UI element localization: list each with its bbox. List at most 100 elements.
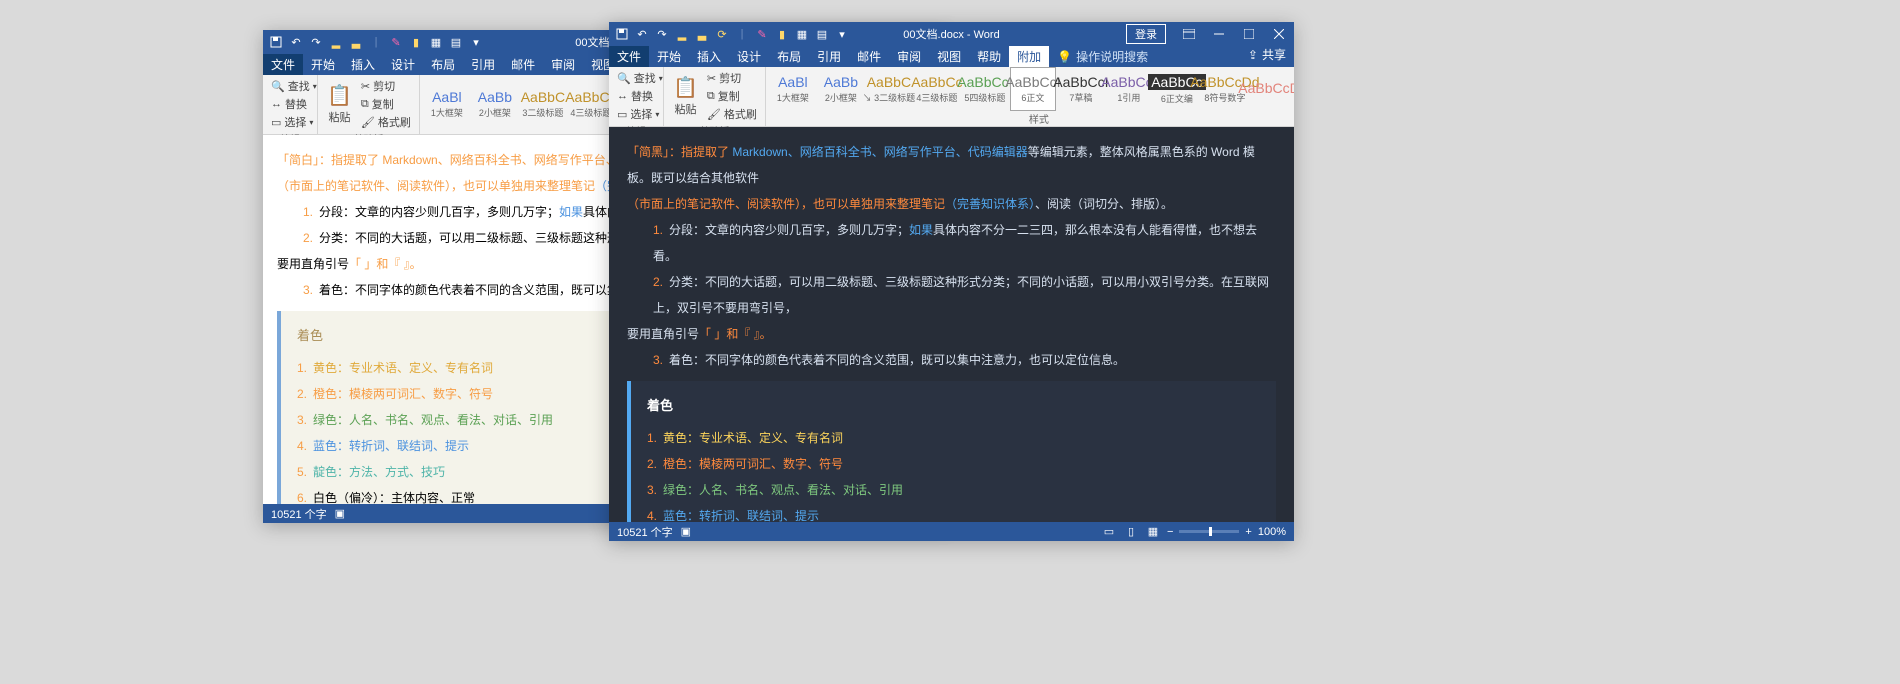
- undo-icon[interactable]: ↶: [289, 35, 303, 49]
- word-count[interactable]: 10521 个字: [617, 524, 673, 540]
- tab-help[interactable]: 帮助: [969, 46, 1009, 67]
- redo-icon[interactable]: ↷: [309, 35, 323, 49]
- paste-icon: 📋: [673, 75, 698, 100]
- macro-icon[interactable]: ▦: [429, 35, 443, 49]
- select-button[interactable]: ▭选择▾: [269, 113, 311, 131]
- style-item[interactable]: AaBb2小框架: [818, 67, 864, 111]
- tab-home[interactable]: 开始: [649, 46, 689, 67]
- style-item[interactable]: AaBbC3二级标题: [520, 83, 566, 127]
- minimize-button[interactable]: [1204, 22, 1234, 46]
- pen-icon[interactable]: ✎: [389, 35, 403, 49]
- print-icon[interactable]: ▤: [815, 27, 829, 41]
- maximize-button[interactable]: [1234, 22, 1264, 46]
- highlight-icon[interactable]: ▮: [409, 35, 423, 49]
- close-button[interactable]: [1264, 22, 1294, 46]
- replace-button[interactable]: ↔替换: [269, 95, 311, 113]
- replace-icon: ↔: [617, 90, 628, 102]
- word-window-dark: ↶ ↷ ▂ ▃ ⟳ | ✎ ▮ ▦ ▤ ▾ 00文档.docx - Word 登…: [609, 22, 1294, 541]
- share-button[interactable]: ⇪共享: [1248, 46, 1286, 63]
- tab-review[interactable]: 审阅: [889, 46, 929, 67]
- style-item[interactable]: AaBl1大框架: [424, 83, 470, 127]
- chevron-down-icon: ▾: [659, 74, 663, 83]
- ribbon-options-icon[interactable]: [1174, 22, 1204, 46]
- paste-button[interactable]: 📋 粘贴: [324, 81, 355, 127]
- format-painter-button[interactable]: 🖌格式刷: [705, 105, 759, 123]
- tab-references[interactable]: 引用: [463, 54, 503, 75]
- tab-layout[interactable]: 布局: [769, 46, 809, 67]
- zoom-slider[interactable]: [1179, 530, 1239, 533]
- save-icon[interactable]: [615, 27, 629, 41]
- folder-icon[interactable]: ▂: [675, 27, 689, 41]
- tab-design[interactable]: 设计: [383, 54, 423, 75]
- style-item[interactable]: AaBbCcI5四级标题: [962, 67, 1008, 111]
- style-item[interactable]: AaBl1大框架: [770, 67, 816, 111]
- login-button[interactable]: 登录: [1126, 24, 1166, 44]
- proofing-icon[interactable]: ▣: [681, 525, 691, 538]
- redo-icon[interactable]: ↷: [655, 27, 669, 41]
- tab-insert[interactable]: 插入: [343, 54, 383, 75]
- find-button[interactable]: 🔍查找▾: [615, 69, 657, 87]
- zoom-in-button[interactable]: +: [1245, 526, 1251, 538]
- ribbon: 🔍查找▾ ↔替换 ▭选择▾ 编辑 📋 粘贴 ✂剪切 ⧉复制 🖌格式刷 剪贴板: [609, 67, 1294, 127]
- brush-icon: 🖌: [361, 116, 375, 129]
- tab-review[interactable]: 审阅: [543, 54, 583, 75]
- style-item[interactable]: AaBbCcDd: [1250, 67, 1294, 111]
- tab-design[interactable]: 设计: [729, 46, 769, 67]
- style-item[interactable]: AaBbCc4三级标题: [568, 83, 614, 127]
- format-painter-button[interactable]: 🖌格式刷: [359, 113, 413, 131]
- style-item[interactable]: AaBbCcI6正文: [1010, 67, 1056, 111]
- paste-button[interactable]: 📋 粘贴: [670, 73, 701, 119]
- tell-me-search[interactable]: 💡操作说明搜索: [1049, 46, 1156, 67]
- pen-icon[interactable]: ✎: [755, 27, 769, 41]
- status-bar: 10521 个字 ▣ ▭ ▯ ▦ − + 100%: [609, 522, 1294, 541]
- replace-button[interactable]: ↔替换: [615, 87, 657, 105]
- tab-mailings[interactable]: 邮件: [849, 46, 889, 67]
- folder-open-icon[interactable]: ▃: [349, 35, 363, 49]
- tab-mailings[interactable]: 邮件: [503, 54, 543, 75]
- tab-file[interactable]: 文件: [263, 54, 303, 75]
- style-item[interactable]: AaBb2小框架: [472, 83, 518, 127]
- cut-button[interactable]: ✂剪切: [705, 69, 759, 87]
- view-read-icon[interactable]: ▭: [1101, 525, 1117, 539]
- tab-insert[interactable]: 插入: [689, 46, 729, 67]
- select-button[interactable]: ▭选择▾: [615, 105, 657, 123]
- copy-icon: ⧉: [361, 98, 369, 111]
- copy-button[interactable]: ⧉复制: [705, 87, 759, 105]
- style-item[interactable]: AaBbC↘ 3二级标题: [866, 67, 912, 111]
- tab-home[interactable]: 开始: [303, 54, 343, 75]
- copy-button[interactable]: ⧉复制: [359, 95, 413, 113]
- style-item[interactable]: AaBbCc4三级标题: [914, 67, 960, 111]
- highlight-icon[interactable]: ▮: [775, 27, 789, 41]
- divider: |: [369, 35, 383, 49]
- zoom-out-button[interactable]: −: [1167, 526, 1173, 538]
- group-clipboard: 📋 粘贴 ✂剪切 ⧉复制 🖌格式刷 剪贴板: [664, 67, 766, 126]
- style-item[interactable]: AaBbCcI1引用: [1106, 67, 1152, 111]
- tab-references[interactable]: 引用: [809, 46, 849, 67]
- zoom-level[interactable]: 100%: [1258, 526, 1286, 538]
- macro-icon[interactable]: ▦: [795, 27, 809, 41]
- qat-dropdown-icon[interactable]: ▾: [469, 35, 483, 49]
- tab-file[interactable]: 文件: [609, 46, 649, 67]
- paste-icon: 📋: [327, 83, 352, 108]
- print-icon[interactable]: ▤: [449, 35, 463, 49]
- divider: |: [735, 27, 749, 41]
- folder-open-icon[interactable]: ▃: [695, 27, 709, 41]
- word-count[interactable]: 10521 个字: [271, 506, 327, 522]
- cut-button[interactable]: ✂剪切: [359, 77, 413, 95]
- tab-addon[interactable]: 附加: [1009, 46, 1049, 67]
- refresh-icon[interactable]: ⟳: [715, 27, 729, 41]
- tab-layout[interactable]: 布局: [423, 54, 463, 75]
- tab-view[interactable]: 视图: [929, 46, 969, 67]
- style-item[interactable]: AaBbCcI7草稿: [1058, 67, 1104, 111]
- view-web-icon[interactable]: ▦: [1145, 525, 1161, 539]
- qat-dropdown-icon[interactable]: ▾: [835, 27, 849, 41]
- find-button[interactable]: 🔍查找▾: [269, 77, 311, 95]
- document-area[interactable]: 「简黑」：指提取了 Markdown、网络百科全书、网络写作平台、代码编辑器等编…: [609, 127, 1294, 522]
- save-icon[interactable]: [269, 35, 283, 49]
- folder-icon[interactable]: ▂: [329, 35, 343, 49]
- callout-box: 着色 1.黄色：专业术语、定义、专有名词 2.橙色：模棱两可词汇、数字、符号 3…: [627, 381, 1276, 522]
- view-print-icon[interactable]: ▯: [1123, 525, 1139, 539]
- undo-icon[interactable]: ↶: [635, 27, 649, 41]
- proofing-icon[interactable]: ▣: [335, 507, 345, 520]
- group-editing: 🔍查找▾ ↔替换 ▭选择▾ 编辑: [609, 67, 664, 126]
